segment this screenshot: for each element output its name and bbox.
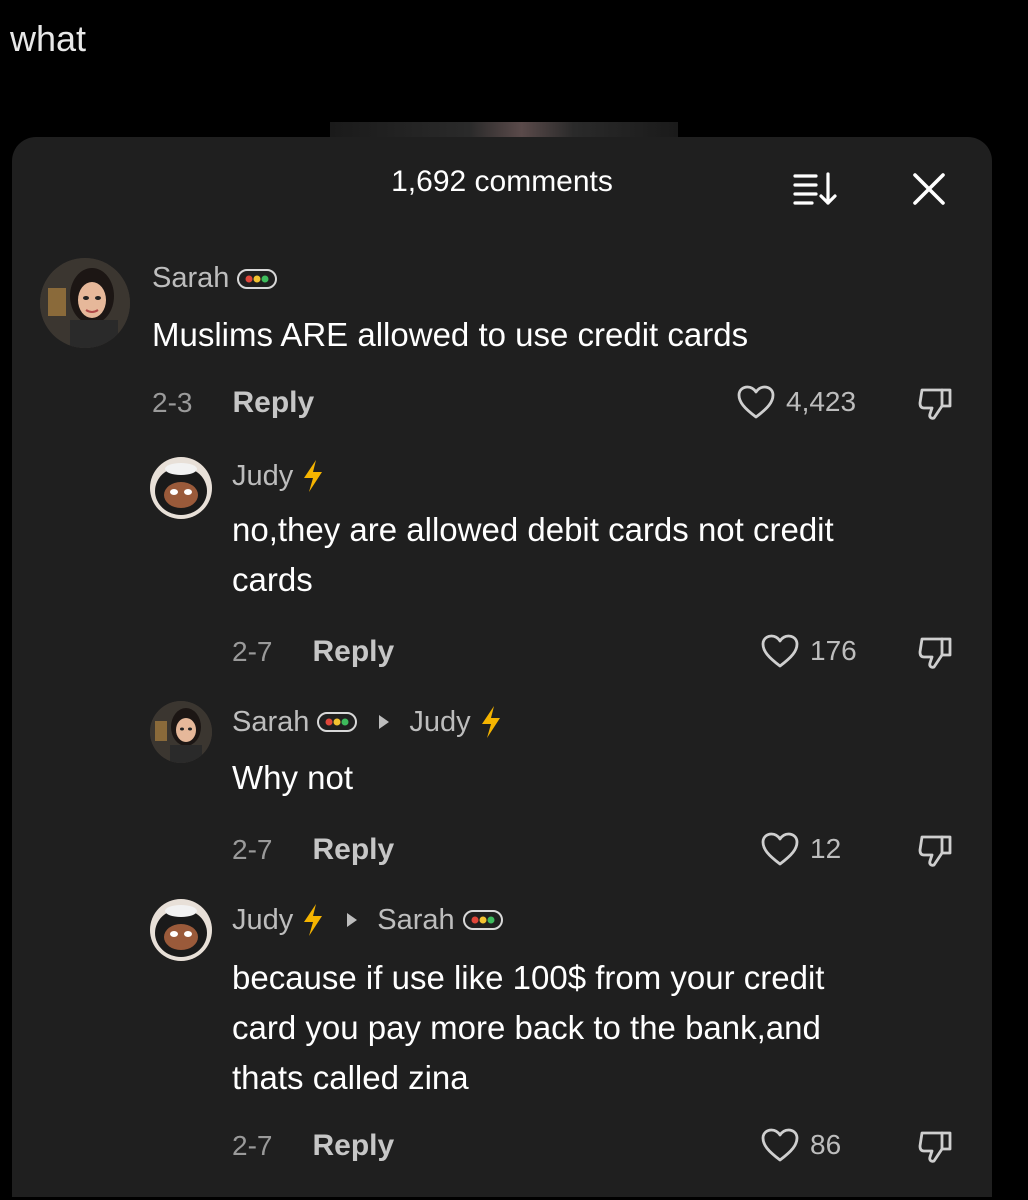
close-icon	[913, 173, 945, 205]
comment-text-line: because if use like 100$ from your credi…	[232, 959, 825, 996]
heart-icon	[761, 634, 799, 668]
avatar[interactable]	[150, 457, 212, 519]
lightning-icon	[304, 460, 323, 492]
avatar[interactable]	[40, 258, 130, 348]
comment-date: 2-3	[152, 387, 193, 418]
comment-text: no,they are allowed debit cards not cred…	[232, 505, 972, 605]
lightning-icon	[304, 904, 323, 936]
comments-sheet: 1,692 comments Sarah Muslims ARE allowed…	[12, 137, 992, 1197]
comment-header: Judy Sarah	[232, 903, 503, 937]
comment-item: Sarah Judy Why not 2-7 Reply 12	[12, 699, 992, 889]
dislike-icon[interactable]	[916, 1127, 956, 1167]
comment-date: 2-7	[232, 1130, 273, 1161]
comment-header: Judy	[232, 459, 325, 493]
heart-icon	[761, 1128, 799, 1162]
comment-text-line: Why not	[232, 759, 354, 796]
username[interactable]: Sarah	[152, 262, 229, 295]
comment-text: because if use like 100$ from your credi…	[232, 953, 982, 1103]
dislike-icon[interactable]	[916, 633, 956, 673]
reply-to-username[interactable]: Judy	[409, 706, 470, 739]
reply-arrow-icon	[347, 913, 358, 927]
reply-to-username[interactable]: Sarah	[377, 904, 454, 937]
comment-text-line: cards	[232, 561, 313, 598]
lightning-icon	[481, 706, 500, 738]
like-button[interactable]: 86	[760, 1127, 841, 1163]
comment-text-line: Muslims ARE allowed to use credit cards	[152, 316, 749, 353]
username[interactable]: Judy	[232, 460, 293, 493]
avatar-sarah-image	[40, 258, 130, 348]
sort-icon	[793, 172, 837, 205]
comment-meta: 2-7 Reply	[232, 1129, 394, 1163]
like-count: 176	[810, 635, 857, 666]
badge-icon	[237, 268, 278, 289]
like-button[interactable]: 176	[760, 633, 857, 669]
username[interactable]: Judy	[232, 904, 293, 937]
like-count: 12	[810, 833, 842, 864]
comment-text: Why not	[232, 753, 972, 803]
comments-header: 1,692 comments	[12, 137, 992, 233]
reply-button[interactable]: Reply	[232, 386, 314, 420]
reply-arrow-icon	[379, 715, 390, 729]
avatar[interactable]	[150, 701, 212, 763]
badge-icon	[462, 910, 503, 930]
reply-button[interactable]: Reply	[312, 635, 394, 669]
comment-meta: 2-3 Reply	[152, 386, 314, 420]
comment-text-line: thats called zina	[232, 1059, 469, 1096]
badge-icon	[317, 712, 358, 732]
comment-text: Muslims ARE allowed to use credit cards	[152, 310, 952, 360]
close-button[interactable]	[907, 167, 951, 211]
comment-count: 1,692 comments	[391, 165, 613, 198]
comment-item: Judy no,they are allowed debit cards not…	[12, 455, 992, 685]
avatar-judy-image	[150, 457, 212, 519]
reply-button[interactable]: Reply	[312, 1129, 394, 1163]
comment-meta: 2-7 Reply	[232, 635, 394, 669]
heart-icon	[737, 385, 775, 419]
comment-item: Sarah Muslims ARE allowed to use credit …	[12, 252, 992, 442]
like-count: 4,423	[786, 386, 857, 417]
avatar[interactable]	[150, 899, 212, 961]
dislike-icon[interactable]	[916, 831, 956, 871]
comment-meta: 2-7 Reply	[232, 833, 394, 867]
heart-icon	[761, 832, 799, 866]
like-button[interactable]: 12	[760, 831, 841, 867]
username[interactable]: Sarah	[232, 706, 309, 739]
comment-item: Judy Sarah because if use like 100$ from…	[12, 897, 992, 1197]
comment-date: 2-7	[232, 636, 273, 667]
comment-date: 2-7	[232, 834, 273, 865]
reply-button[interactable]: Reply	[312, 833, 394, 867]
avatar-judy-image	[150, 899, 212, 961]
like-count: 86	[810, 1129, 842, 1160]
sort-button[interactable]	[792, 171, 842, 207]
like-button[interactable]: 4,423	[736, 384, 856, 420]
post-caption: what	[10, 18, 87, 59]
comment-text-line: no,they are allowed debit cards not cred…	[232, 511, 834, 548]
dislike-icon[interactable]	[916, 384, 956, 424]
comment-text-line: card you pay more back to the bank,and	[232, 1009, 821, 1046]
comment-header: Sarah Judy	[232, 705, 503, 739]
comment-header: Sarah	[152, 262, 278, 295]
avatar-sarah-image	[150, 701, 212, 763]
